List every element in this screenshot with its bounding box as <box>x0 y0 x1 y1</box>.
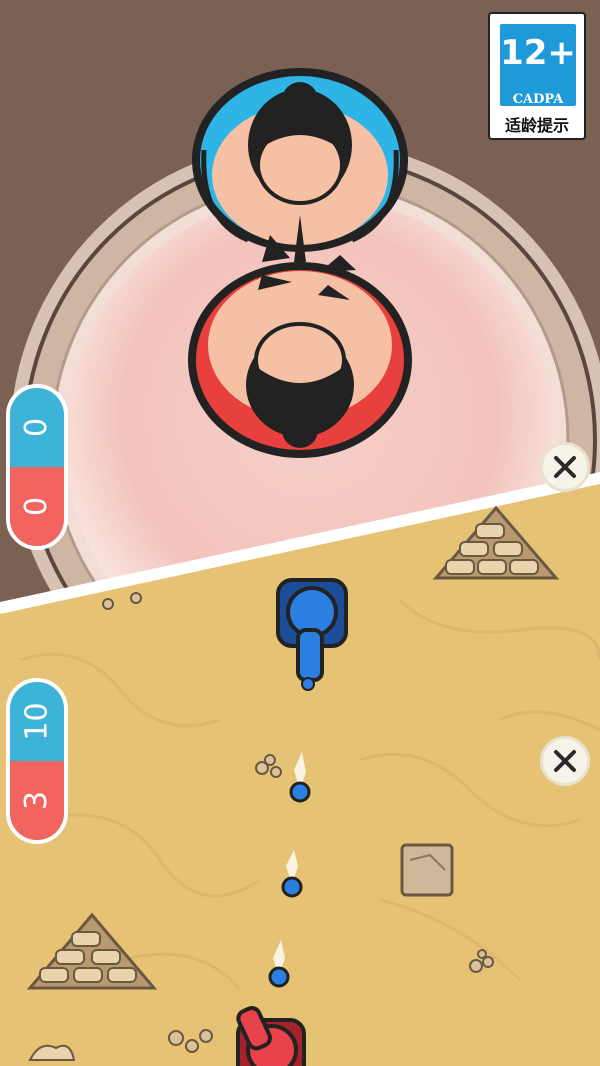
stone-block <box>400 843 454 897</box>
tank-score-blue: 10 <box>10 682 64 761</box>
tank-close-button[interactable] <box>540 736 590 786</box>
sumo-red-wrestler <box>188 262 412 458</box>
sumo-close-button[interactable] <box>540 442 590 492</box>
sumo-score-red: 0 <box>10 467 64 546</box>
close-icon <box>554 456 576 478</box>
close-icon <box>554 750 576 772</box>
tank-score-red: 3 <box>10 761 64 840</box>
game-scene <box>0 0 600 1066</box>
sumo-score-blue: 0 <box>10 388 64 467</box>
sumo-scoreboard: 0 0 <box>6 384 68 550</box>
age-rating-org: CADPA <box>512 92 564 107</box>
age-rating-badge: 12+ CADPA 适龄提示 <box>488 12 586 140</box>
tank-scoreboard: 10 3 <box>6 678 68 844</box>
age-rating-tip: 适龄提示 <box>504 116 569 135</box>
